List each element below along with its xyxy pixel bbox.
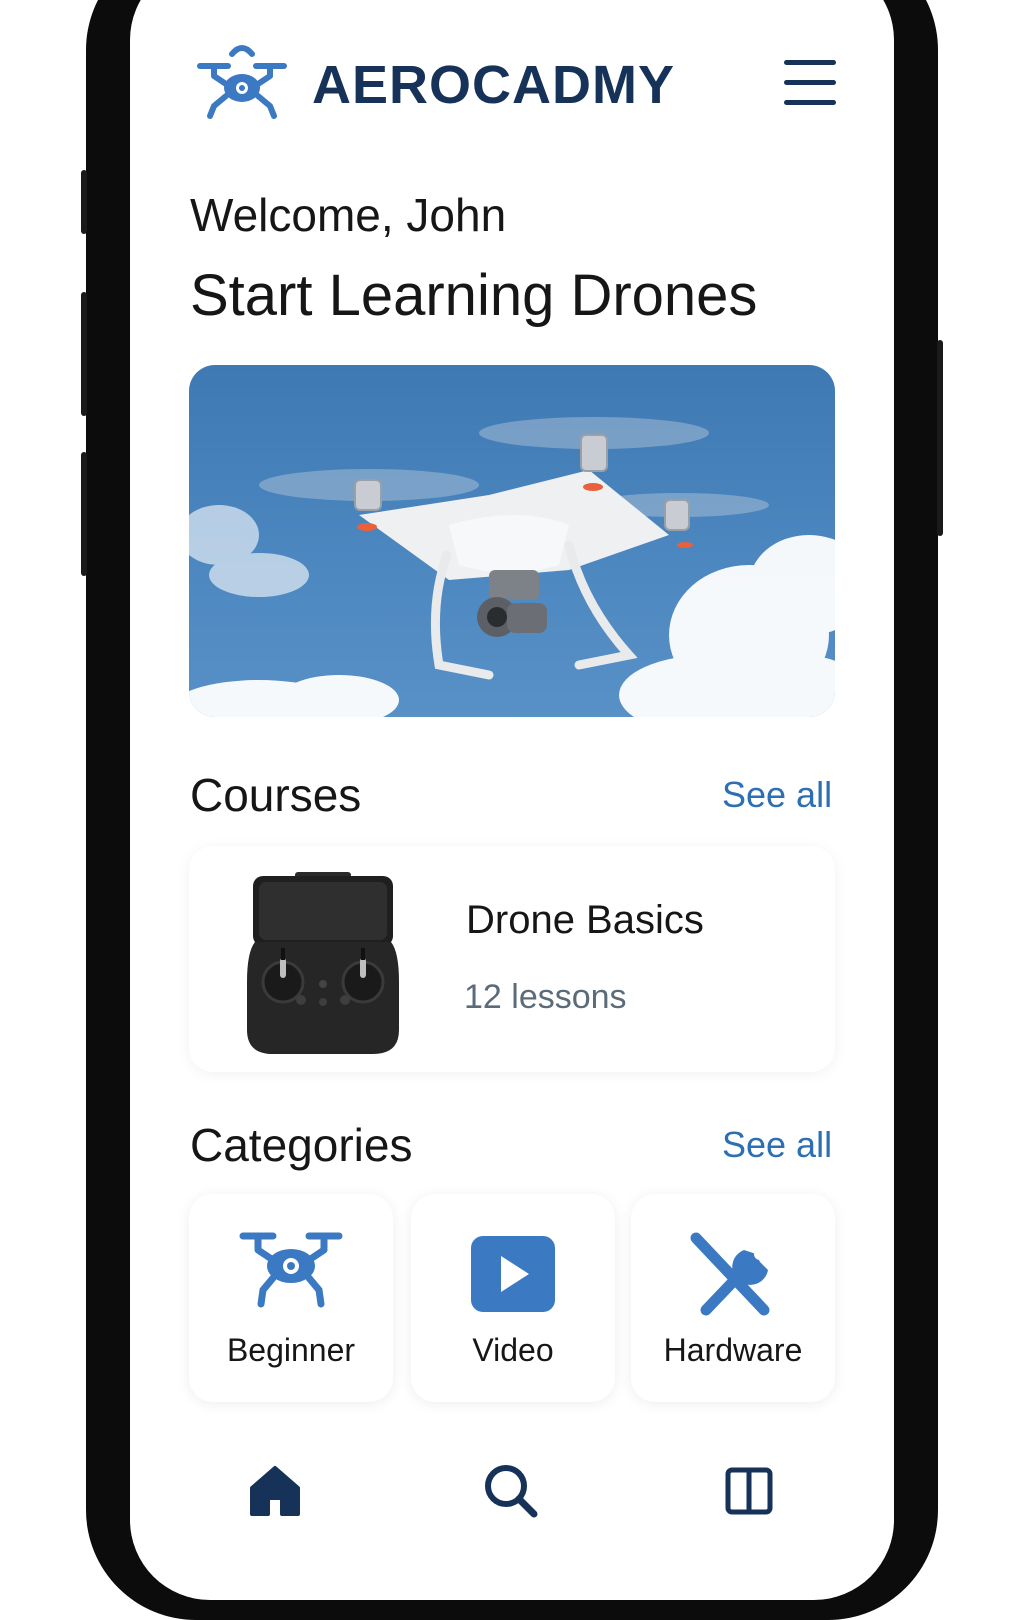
hamburger-menu-icon — [784, 60, 836, 65]
library-icon — [725, 1467, 773, 1515]
category-card-hardware[interactable]: Hardware — [631, 1194, 835, 1402]
phone-volume-down-button — [81, 452, 87, 576]
course-card[interactable] — [189, 846, 835, 1072]
menu-button[interactable] — [782, 56, 840, 110]
hamburger-menu-line — [784, 100, 836, 105]
drone-logo-icon — [196, 40, 288, 127]
drone-icon — [239, 1228, 343, 1315]
play-icon — [471, 1236, 555, 1317]
category-label: Hardware — [663, 1332, 803, 1368]
phone-side-button — [81, 170, 87, 234]
categories-see-all-link[interactable]: See all — [722, 1124, 832, 1166]
search-icon — [485, 1465, 538, 1518]
course-lesson-count: 12 lessons — [464, 978, 627, 1016]
course-thumbnail-controller — [243, 872, 403, 1061]
home-icon — [250, 1466, 300, 1516]
nav-search-button[interactable] — [482, 1462, 542, 1522]
category-label: Beginner — [226, 1332, 356, 1368]
course-title: Drone Basics — [466, 898, 704, 942]
category-card-video[interactable]: Video — [411, 1194, 615, 1402]
nav-home-button[interactable] — [246, 1462, 306, 1522]
brand-name: AEROCADMY — [312, 55, 676, 115]
hamburger-menu-line — [784, 80, 836, 85]
greeting-text: Welcome, John — [190, 189, 507, 241]
tools-icon — [686, 1230, 780, 1327]
category-label: Video — [472, 1332, 554, 1368]
courses-section-title: Courses — [190, 769, 362, 821]
page-headline: Start Learning Drones — [190, 263, 758, 328]
hero-image — [189, 365, 835, 717]
courses-see-all-link[interactable]: See all — [722, 774, 832, 816]
category-card-beginner[interactable]: Beginner — [189, 1194, 393, 1402]
phone-volume-up-button — [81, 292, 87, 416]
categories-section-title: Categories — [190, 1119, 413, 1171]
nav-library-button[interactable] — [720, 1462, 780, 1522]
phone-power-button — [937, 340, 943, 536]
